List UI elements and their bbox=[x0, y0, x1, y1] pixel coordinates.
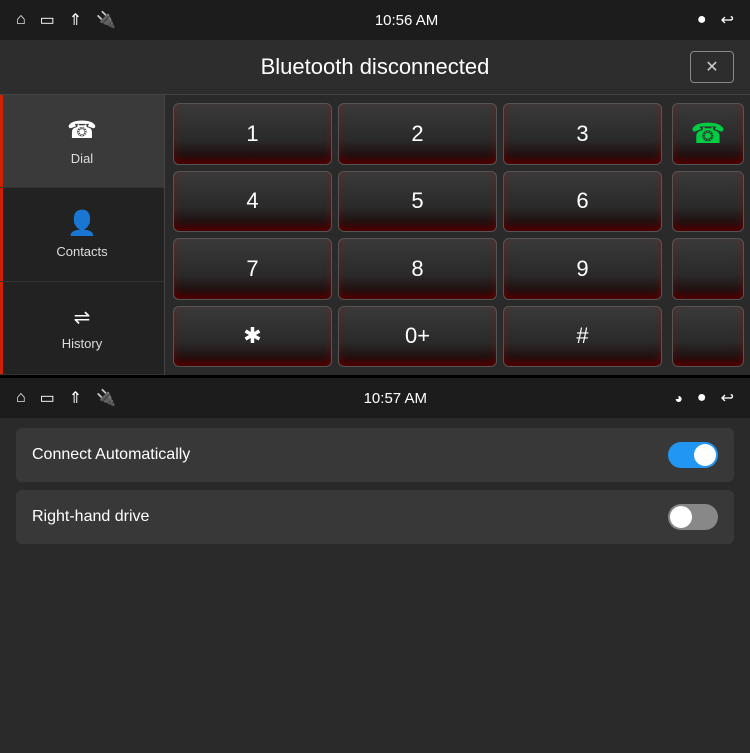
connect-auto-toggle-knob bbox=[694, 444, 716, 466]
dial-key-3[interactable]: 3 bbox=[503, 103, 662, 165]
dial-icon: ☎ bbox=[67, 116, 97, 145]
phone-green-icon: ☎ bbox=[691, 117, 726, 150]
screen-icon[interactable]: ▭ bbox=[40, 10, 55, 30]
home-icon[interactable]: ⌂ bbox=[16, 11, 26, 29]
connect-auto-label: Connect Automatically bbox=[32, 446, 190, 464]
dial-key-1[interactable]: 1 bbox=[173, 103, 332, 165]
bluetooth-close-button[interactable]: ✕ bbox=[690, 51, 734, 83]
bottom-home-icon[interactable]: ⌂ bbox=[16, 389, 26, 407]
dialpad: 1 2 3 4 5 6 7 8 9 ✱ 0+ # bbox=[165, 95, 670, 375]
dial-key-0[interactable]: 0+ bbox=[338, 306, 497, 368]
location-icon: ● bbox=[697, 11, 707, 29]
bottom-panel: ⌂ ▭ ⇑ 🔌 10:57 AM ◕ ● ↩ Connect Automatic… bbox=[0, 378, 750, 753]
bottom-status-right: ◕ ● ↩ bbox=[674, 388, 734, 408]
right-hand-row: Right-hand drive bbox=[16, 490, 734, 544]
bottom-location-icon: ● bbox=[697, 389, 707, 407]
bluetooth-bar: Bluetooth disconnected ✕ bbox=[0, 40, 750, 95]
sidebar-item-dial[interactable]: ☎ Dial bbox=[0, 95, 164, 188]
bottom-back-icon[interactable]: ↩ bbox=[721, 388, 734, 408]
sidebar-item-history[interactable]: ⇌ History bbox=[0, 282, 164, 375]
bottom-status-bar: ⌂ ▭ ⇑ 🔌 10:57 AM ◕ ● ↩ bbox=[0, 378, 750, 418]
dial-key-2[interactable]: 2 bbox=[338, 103, 497, 165]
wifi-icon: ◕ bbox=[674, 390, 682, 406]
sidebar: ☎ Dial 👤 Contacts ⇌ History bbox=[0, 95, 165, 375]
call-extra-btn-3[interactable] bbox=[672, 306, 744, 368]
sidebar-item-contacts[interactable]: 👤 Contacts bbox=[0, 188, 164, 281]
right-hand-toggle[interactable] bbox=[668, 504, 718, 530]
dial-key-4[interactable]: 4 bbox=[173, 171, 332, 233]
status-bar-right-icons: ● ↩ bbox=[697, 10, 734, 30]
bottom-time: 10:57 AM bbox=[364, 390, 427, 407]
close-icon: ✕ bbox=[705, 57, 718, 77]
bottom-arrows-icon[interactable]: ⇑ bbox=[69, 388, 82, 408]
top-status-bar: ⌂ ▭ ⇑ 🔌 10:56 AM ● ↩ bbox=[0, 0, 750, 40]
top-panel: ⌂ ▭ ⇑ 🔌 10:56 AM ● ↩ Bluetooth disconnec… bbox=[0, 0, 750, 375]
history-icon: ⇌ bbox=[74, 305, 91, 330]
top-time: 10:56 AM bbox=[375, 12, 438, 29]
right-hand-toggle-knob bbox=[670, 506, 692, 528]
dial-key-6[interactable]: 6 bbox=[503, 171, 662, 233]
bottom-screen-icon[interactable]: ▭ bbox=[40, 388, 55, 408]
connect-auto-toggle[interactable] bbox=[668, 442, 718, 468]
sidebar-contacts-label: Contacts bbox=[56, 244, 107, 259]
main-content-area: ☎ Dial 👤 Contacts ⇌ History 1 2 3 4 5 6 … bbox=[0, 95, 750, 375]
contacts-icon: 👤 bbox=[67, 209, 97, 238]
connect-auto-row: Connect Automatically bbox=[16, 428, 734, 482]
dial-key-9[interactable]: 9 bbox=[503, 238, 662, 300]
dial-key-8[interactable]: 8 bbox=[338, 238, 497, 300]
usb-icon[interactable]: 🔌 bbox=[96, 10, 116, 30]
dial-key-hash[interactable]: # bbox=[503, 306, 662, 368]
right-hand-label: Right-hand drive bbox=[32, 508, 149, 526]
call-extra-btn-1[interactable] bbox=[672, 171, 744, 233]
dial-key-star[interactable]: ✱ bbox=[173, 306, 332, 368]
dial-key-7[interactable]: 7 bbox=[173, 238, 332, 300]
bluetooth-title: Bluetooth disconnected bbox=[60, 54, 690, 80]
status-bar-left-icons: ⌂ ▭ ⇑ 🔌 bbox=[16, 10, 116, 30]
call-extra-btn-2[interactable] bbox=[672, 238, 744, 300]
settings-content: Connect Automatically Right-hand drive bbox=[0, 418, 750, 562]
dial-key-5[interactable]: 5 bbox=[338, 171, 497, 233]
call-button[interactable]: ☎ bbox=[672, 103, 744, 165]
bottom-usb-icon[interactable]: 🔌 bbox=[96, 388, 116, 408]
sidebar-dial-label: Dial bbox=[71, 151, 93, 166]
back-icon[interactable]: ↩ bbox=[721, 10, 734, 30]
sidebar-history-label: History bbox=[62, 336, 102, 351]
bottom-status-left: ⌂ ▭ ⇑ 🔌 bbox=[16, 388, 116, 408]
call-column: ☎ bbox=[670, 95, 750, 375]
arrows-up-icon[interactable]: ⇑ bbox=[69, 10, 82, 30]
